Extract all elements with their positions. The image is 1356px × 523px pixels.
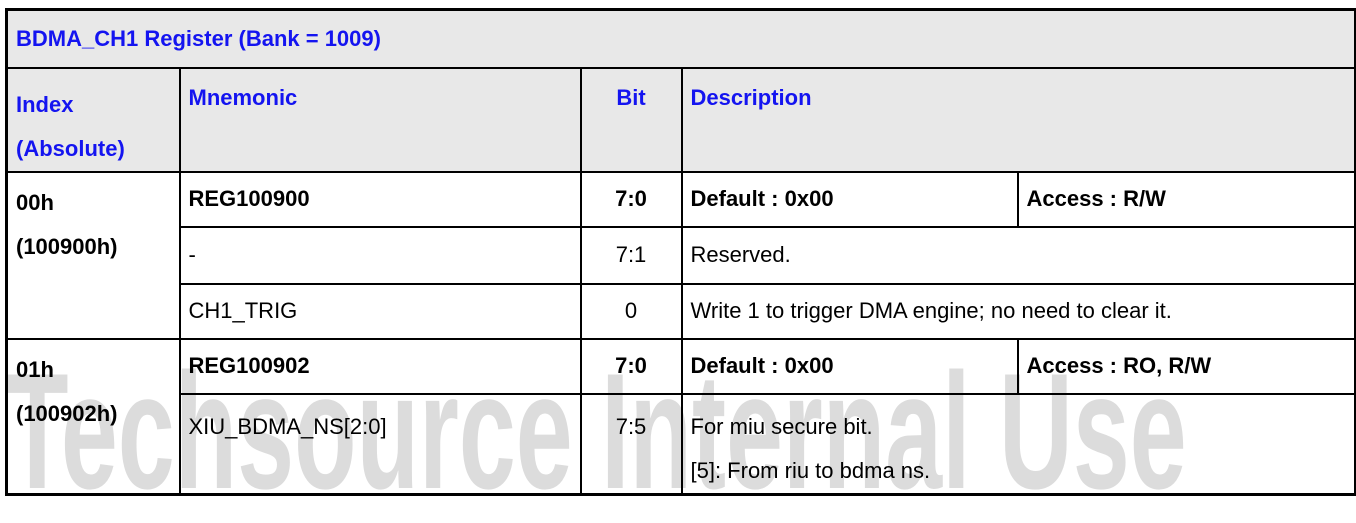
register-name: REG100900 xyxy=(178,170,582,228)
field-bit: 7:5 xyxy=(579,392,683,496)
header-mnemonic: Mnemonic xyxy=(178,66,582,173)
table-row: - 7:1 Reserved. xyxy=(7,225,1356,285)
field-description: For miu secure bit. [5]: From riu to bdma… xyxy=(680,392,1356,496)
field-mnemonic: CH1_TRIG xyxy=(178,282,582,340)
field-mnemonic: XIU_BDMA_NS[2:0] xyxy=(178,392,582,496)
field-mnemonic: - xyxy=(178,225,582,285)
table-row: CH1_TRIG 0 Write 1 to trigger DMA engine… xyxy=(7,282,1356,340)
table-row: 01h (100902h) REG100902 7:0 Default : 0x0… xyxy=(5,337,1356,496)
register-bit: 7:0 xyxy=(579,170,683,228)
table-title: BDMA_CH1 Register (Bank = 1009) xyxy=(5,8,1356,69)
table-row: 00h (100900h) REG100900 7:0 Default : 0x0… xyxy=(5,170,1356,340)
table-row: XIU_BDMA_NS[2:0] 7:5 For miu secure bit.… xyxy=(7,392,1356,496)
register-access: Access : R/W xyxy=(1016,170,1356,228)
header-index: Index (Absolute) xyxy=(5,66,181,173)
field-bit: 7:1 xyxy=(579,225,683,285)
register-index: 00h (100900h) xyxy=(5,170,181,340)
register-default: Default : 0x00 xyxy=(680,337,1019,395)
register-bit: 7:0 xyxy=(579,337,683,395)
header-description: Description xyxy=(680,66,1356,173)
register-name: REG100902 xyxy=(178,337,582,395)
header-bit: Bit xyxy=(579,66,683,173)
field-description: Write 1 to trigger DMA engine; no need t… xyxy=(680,282,1356,340)
register-table: BDMA_CH1 Register (Bank = 1009) Index (Ab… xyxy=(5,8,1356,496)
register-access: Access : RO, R/W xyxy=(1016,337,1356,395)
field-description: Reserved. xyxy=(680,225,1356,285)
register-default: Default : 0x00 xyxy=(680,170,1019,228)
field-bit: 0 xyxy=(579,282,683,340)
register-index: 01h (100902h) xyxy=(5,337,181,496)
